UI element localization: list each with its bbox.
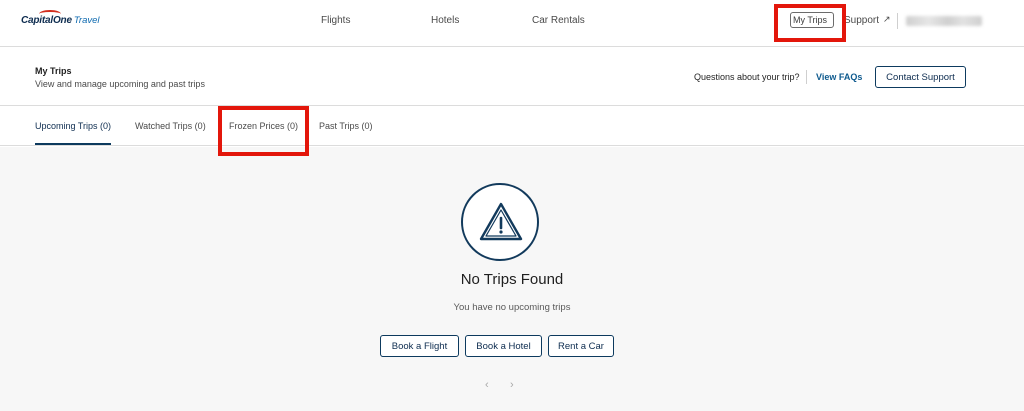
- tab-watched-trips[interactable]: Watched Trips (0): [135, 121, 206, 131]
- warning-icon: [461, 183, 539, 261]
- page-title: My Trips: [35, 66, 72, 76]
- nav-hotels-link[interactable]: Hotels: [431, 15, 459, 26]
- nav-divider: [897, 13, 898, 29]
- rent-car-button[interactable]: Rent a Car: [548, 335, 614, 357]
- contact-support-button[interactable]: Contact Support: [875, 66, 966, 88]
- trip-tabs: Upcoming Trips (0) Watched Trips (0) Fro…: [0, 106, 1024, 146]
- nav-support-link[interactable]: Support ↗: [844, 14, 891, 26]
- my-trips-highlight-box: [774, 4, 846, 42]
- active-tab-indicator: [35, 143, 111, 145]
- logo-swoosh-icon: [39, 10, 61, 18]
- external-link-icon: ↗: [883, 14, 891, 24]
- book-hotel-button[interactable]: Book a Hotel: [465, 335, 542, 357]
- pager-prev-icon[interactable]: ‹: [485, 379, 489, 391]
- header-divider: [806, 70, 807, 84]
- pager-next-icon[interactable]: ›: [510, 379, 514, 391]
- capital-one-travel-logo[interactable]: Capital One Travel: [21, 10, 100, 26]
- nav-support-label: Support: [844, 15, 880, 26]
- nav-flights-link[interactable]: Flights: [321, 15, 350, 26]
- empty-state-subtitle: You have no upcoming trips: [453, 302, 571, 313]
- support-question-text: Questions about your trip?: [694, 72, 800, 82]
- trips-empty-state: No Trips Found You have no upcoming trip…: [0, 147, 1024, 411]
- tab-past-trips[interactable]: Past Trips (0): [319, 121, 373, 131]
- tab-upcoming-trips[interactable]: Upcoming Trips (0): [35, 121, 111, 131]
- warning-triangle-icon: [479, 202, 523, 241]
- logo-travel-text: Travel: [73, 15, 100, 26]
- nav-car-rentals-link[interactable]: Car Rentals: [532, 15, 585, 26]
- page-subtitle: View and manage upcoming and past trips: [35, 79, 205, 89]
- top-nav-bar: Capital One Travel Flights Hotels Car Re…: [0, 0, 1024, 47]
- book-flight-button[interactable]: Book a Flight: [380, 335, 459, 357]
- page-header: My Trips View and manage upcoming and pa…: [0, 48, 1024, 106]
- frozen-prices-highlight-box: [218, 106, 309, 156]
- empty-state-title: No Trips Found: [460, 271, 564, 288]
- view-faqs-link[interactable]: View FAQs: [816, 72, 862, 82]
- user-account-blurred[interactable]: [906, 16, 982, 26]
